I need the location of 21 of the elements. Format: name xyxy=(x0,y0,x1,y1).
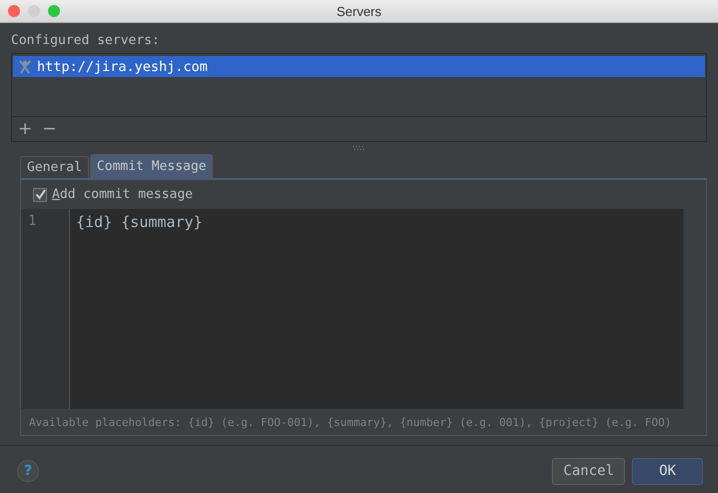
minimize-button[interactable] xyxy=(28,5,40,17)
close-button[interactable] xyxy=(8,5,20,17)
tab[interactable]: General xyxy=(20,156,89,178)
cancel-button[interactable]: Cancel xyxy=(552,458,625,484)
code-line: {id} {summary} xyxy=(76,213,204,231)
window-title: Servers xyxy=(336,4,382,18)
line-number: 1 xyxy=(28,213,38,229)
server-icon xyxy=(19,60,31,74)
ok-button[interactable]: OK xyxy=(632,458,703,484)
help-button[interactable]: ? xyxy=(17,460,39,482)
zoom-button[interactable] xyxy=(48,5,60,17)
server-url: http://jira.yeshj.com xyxy=(37,58,208,74)
add-button[interactable]: + xyxy=(18,119,32,139)
server-item[interactable]: http://jira.yeshj.com xyxy=(13,56,705,77)
checkbox[interactable] xyxy=(33,188,47,202)
tab[interactable]: Commit Message xyxy=(90,154,214,178)
checkbox-label: Add commit message xyxy=(52,187,193,202)
list-label: Configured servers: xyxy=(11,32,160,48)
message-editor[interactable]: 1 {id} {summary} xyxy=(21,209,697,409)
placeholders-hint: Available placeholders: {id} (e.g. FOO-001), {summary}, {number} (e.g. 001), {project} (e.g. FOO) xyxy=(29,416,672,428)
remove-button[interactable]: − xyxy=(42,119,56,139)
